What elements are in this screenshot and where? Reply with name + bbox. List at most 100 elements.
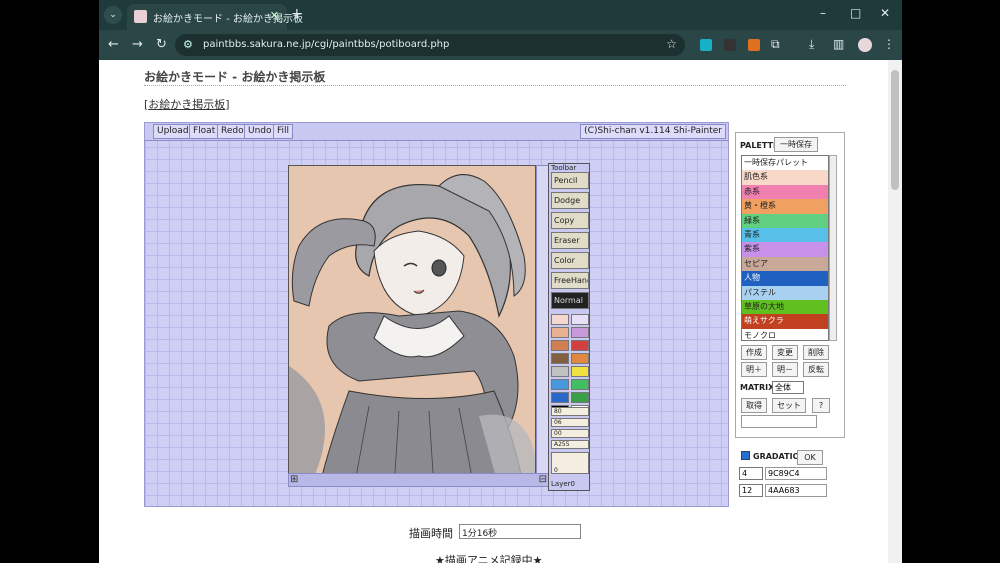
gradation-color-field-2[interactable]: 4AA683 <box>765 484 827 497</box>
tab-search-icon[interactable]: ⌄ <box>104 6 122 24</box>
draw-time-field: 1分16秒 <box>459 524 581 539</box>
tool-freehand[interactable]: FreeHand <box>551 272 589 289</box>
palette-change-button[interactable]: 変更 <box>772 345 798 360</box>
undo-button[interactable]: Undo <box>244 124 276 139</box>
side-panel-icon[interactable]: ▥ <box>833 37 844 51</box>
palette-list-item[interactable]: 萌えサクラ <box>742 314 828 329</box>
window-close-icon[interactable]: ✕ <box>880 6 890 20</box>
site-info-icon[interactable]: ⚙ <box>183 38 193 51</box>
applet-menu-bar: Upload Float Redo Undo Fill (C)Shi-chan … <box>145 123 728 141</box>
color-swatch[interactable] <box>571 353 589 364</box>
float-button[interactable]: Float <box>189 124 220 139</box>
palette-list-item[interactable]: 青系 <box>742 227 828 243</box>
palette-delete-button[interactable]: 削除 <box>803 345 829 360</box>
zoom-in-icon[interactable]: ⊞ <box>290 474 298 485</box>
address-bar[interactable]: ⚙ paintbbs.sakura.ne.jp/cgi/paintbbs/pot… <box>175 34 685 56</box>
gradation-color-field-1[interactable]: 9C89C4 <box>765 467 827 480</box>
screen: ⌄ お絵かきモード - お絵かき掲示板 ✕ + – □ ✕ ← → ↻ ⚙ pa… <box>0 0 1000 563</box>
extensions-puzzle-icon[interactable]: ⧉ <box>771 37 780 52</box>
palette-create-button[interactable]: 作成 <box>741 345 767 360</box>
slider-g[interactable]: 06 <box>551 418 589 427</box>
profile-avatar[interactable] <box>858 38 872 52</box>
color-swatch[interactable] <box>551 366 569 377</box>
bookmark-star-icon[interactable]: ☆ <box>666 37 677 51</box>
paint-applet[interactable]: Upload Float Redo Undo Fill (C)Shi-chan … <box>144 122 729 507</box>
color-swatch[interactable] <box>571 340 589 351</box>
palette-list-item[interactable]: 草原の大地 <box>742 299 828 315</box>
page-scrollbar[interactable] <box>888 60 902 563</box>
zoom-out-icon[interactable]: ⊟ <box>539 474 547 485</box>
tool-pencil[interactable]: Pencil <box>551 172 589 189</box>
color-swatch[interactable] <box>551 327 569 338</box>
palette-list[interactable]: 一時保存パレット 肌色系 赤系 黄・橙系 緑系 青系 紫系 セピア 人物 パステル 草原の大地 萌えサ… <box>741 155 829 341</box>
matrix-get-button[interactable]: 取得 <box>741 398 767 413</box>
matrix-textarea[interactable] <box>741 415 817 428</box>
brighten-button[interactable]: 明＋ <box>741 362 767 377</box>
color-swatch[interactable] <box>551 379 569 390</box>
palette-list-item[interactable]: 一時保存パレット <box>742 156 828 171</box>
tool-eraser[interactable]: Eraser <box>551 232 589 249</box>
new-tab-icon[interactable]: + <box>291 6 303 22</box>
darken-button[interactable]: 明－ <box>772 362 798 377</box>
extension-icon[interactable] <box>700 39 712 51</box>
back-icon[interactable]: ← <box>108 37 119 52</box>
board-link[interactable]: お絵かき掲示板 <box>148 98 225 111</box>
minimize-icon[interactable]: – <box>820 6 826 20</box>
palette-list-item[interactable]: 黄・橙系 <box>742 199 828 214</box>
matrix-help-button[interactable]: ? <box>812 398 830 413</box>
palette-list-item[interactable]: セピア <box>742 256 828 272</box>
gradation-step-select-2[interactable]: 12 <box>739 484 763 497</box>
color-swatch[interactable] <box>571 327 589 338</box>
favicon-icon <box>134 10 147 23</box>
palette-list-scrollbar[interactable] <box>829 155 837 341</box>
drawing-canvas[interactable] <box>288 165 536 487</box>
fill-button[interactable]: Fill <box>273 124 294 139</box>
color-swatch[interactable] <box>551 314 569 325</box>
canvas-horizontal-scrollbar[interactable]: ⊞ ⊟ <box>288 473 550 487</box>
reload-icon[interactable]: ↻ <box>156 37 167 52</box>
color-swatch[interactable] <box>571 379 589 390</box>
slider-b[interactable]: 00 <box>551 429 589 438</box>
download-icon[interactable]: ⤓ <box>809 37 814 52</box>
slider-r[interactable]: 80 <box>551 407 589 416</box>
browser-window: ⌄ お絵かきモード - お絵かき掲示板 ✕ + – □ ✕ ← → ↻ ⚙ pa… <box>99 0 902 563</box>
gradation-ok-button[interactable]: OK <box>797 450 823 465</box>
color-swatch[interactable] <box>571 314 589 325</box>
forward-icon[interactable]: → <box>132 37 143 52</box>
extension-dark-icon[interactable] <box>724 39 736 51</box>
palette-list-item[interactable]: 肌色系 <box>742 170 828 185</box>
matrix-set-button[interactable]: セット <box>772 398 806 413</box>
matrix-select[interactable]: 全体 <box>772 381 804 394</box>
invert-button[interactable]: 反転 <box>803 362 829 377</box>
tool-dodge[interactable]: Dodge <box>551 192 589 209</box>
palette-list-item[interactable]: パステル <box>742 285 828 300</box>
color-swatch[interactable] <box>551 353 569 364</box>
menu-kebab-icon[interactable]: ⋮ <box>883 37 895 51</box>
gradation-checkbox[interactable] <box>741 451 750 460</box>
tab-close-icon[interactable]: ✕ <box>270 9 279 22</box>
palette-list-item[interactable]: 緑系 <box>742 213 828 228</box>
palette-list-item[interactable]: 赤系 <box>742 184 828 200</box>
color-swatch[interactable] <box>551 340 569 351</box>
color-swatch[interactable] <box>571 392 589 403</box>
extension-shield-icon[interactable] <box>748 39 760 51</box>
toolbar-title: Toolbar <box>551 164 577 172</box>
palette-list-item[interactable]: モノクロ <box>742 328 828 340</box>
tab-strip: ⌄ お絵かきモード - お絵かき掲示板 ✕ + – □ ✕ <box>99 0 902 30</box>
slider-alpha[interactable]: A255 <box>551 440 589 449</box>
browser-tab[interactable]: お絵かきモード - お絵かき掲示板 ✕ <box>127 4 303 30</box>
palette-list-item[interactable]: 紫系 <box>742 242 828 257</box>
tool-copy[interactable]: Copy <box>551 212 589 229</box>
gradation-step-select-1[interactable]: 4 <box>739 467 763 480</box>
tool-color[interactable]: Color <box>551 252 589 269</box>
tool-normal[interactable]: Normal <box>551 292 589 309</box>
upload-button[interactable]: Upload <box>153 124 193 139</box>
color-swatch[interactable] <box>551 392 569 403</box>
layer-label[interactable]: Layer0 <box>551 480 575 488</box>
palette-list-item[interactable]: 人物 <box>742 271 828 286</box>
page-scrollbar-thumb[interactable] <box>891 70 899 190</box>
maximize-icon[interactable]: □ <box>850 6 861 20</box>
palette-save-button[interactable]: 一時保存 <box>774 137 818 152</box>
size-slider[interactable]: 0 <box>551 452 589 474</box>
color-swatch[interactable] <box>571 366 589 377</box>
